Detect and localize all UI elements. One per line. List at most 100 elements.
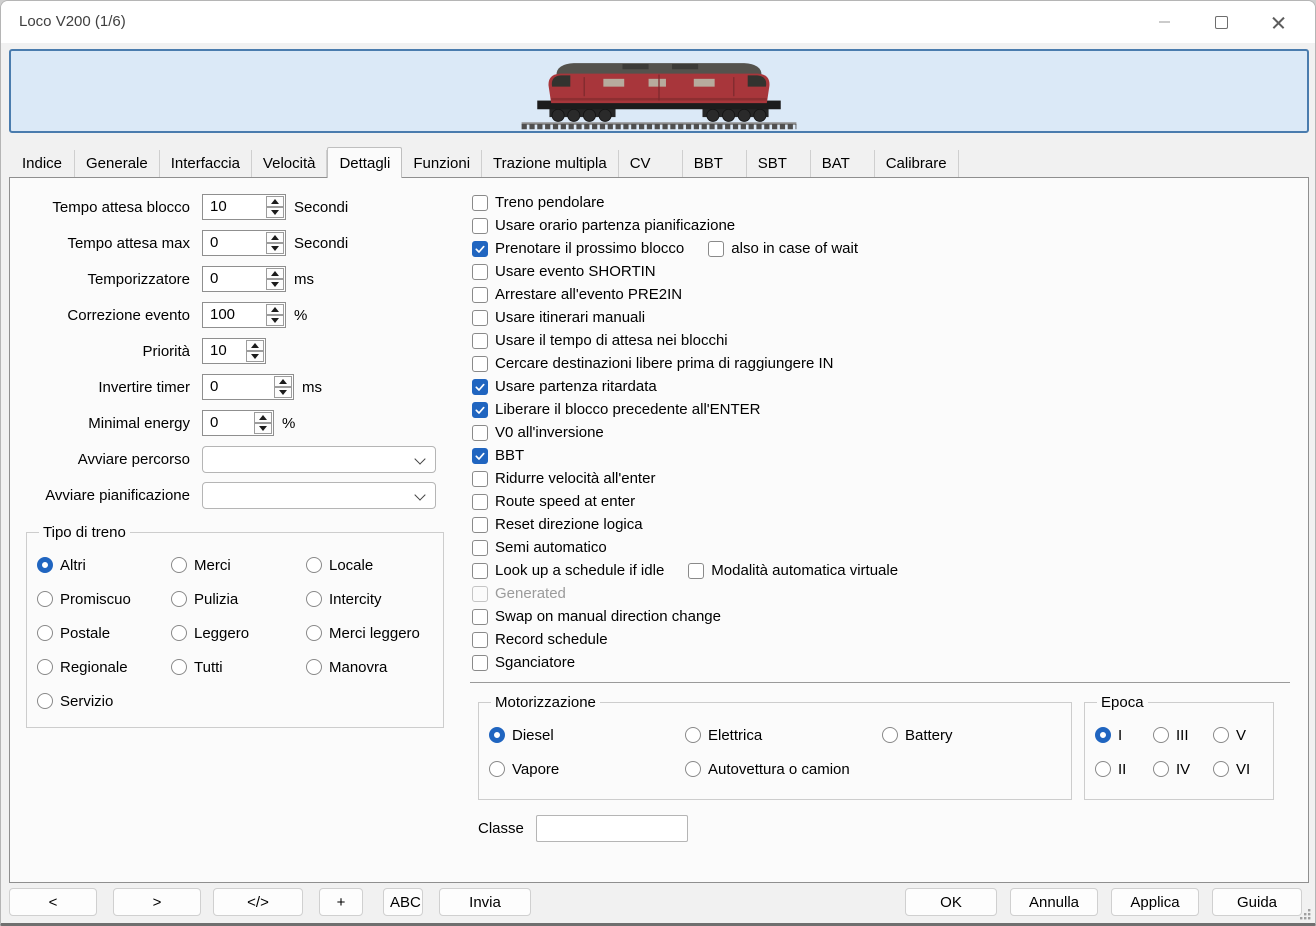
radio-postale[interactable]: Postale xyxy=(37,623,171,643)
checkbox-swap-on-manual-direction-change[interactable]: Swap on manual direction change xyxy=(472,608,721,625)
tempo-attesa-blocco-spinner[interactable]: 10 xyxy=(202,194,286,220)
avviare-pianificazione-dropdown[interactable] xyxy=(202,482,436,509)
checkbox-prenotare-il-prossimo-blocco[interactable]: Prenotare il prossimo blocco xyxy=(472,240,684,257)
applica-button[interactable]: Applica xyxy=(1111,888,1199,916)
tab-funzioni[interactable]: Funzioni xyxy=(402,150,482,177)
radio-iii[interactable]: III xyxy=(1153,725,1213,745)
tab-bbt[interactable]: BBT xyxy=(683,150,747,177)
spin-up-button[interactable] xyxy=(266,232,284,243)
radio-ii[interactable]: II xyxy=(1095,759,1153,779)
checkbox-semi-automatico[interactable]: Semi automatico xyxy=(472,539,607,556)
radio-servizio[interactable]: Servizio xyxy=(37,691,171,711)
minimal-energy-spinner[interactable]: 0 xyxy=(202,410,274,436)
radio-elettrica[interactable]: Elettrica xyxy=(685,725,882,745)
spin-down-button[interactable] xyxy=(266,315,284,326)
radio-leggero[interactable]: Leggero xyxy=(171,623,306,643)
checkbox-usare-partenza-ritardata[interactable]: Usare partenza ritardata xyxy=(472,378,657,395)
radio-intercity[interactable]: Intercity xyxy=(306,589,433,609)
radio-tutti[interactable]: Tutti xyxy=(171,657,306,677)
spin-up-button[interactable] xyxy=(266,196,284,207)
checkbox-usare-il-tempo-di-attesa-nei-blocchi[interactable]: Usare il tempo di attesa nei blocchi xyxy=(472,332,728,349)
radio-vapore[interactable]: Vapore xyxy=(489,759,685,779)
checkbox-usare-orario-partenza-pianificazione[interactable]: Usare orario partenza pianificazione xyxy=(472,217,735,234)
checkbox-generated[interactable]: Generated xyxy=(472,585,566,602)
spin-up-button[interactable] xyxy=(254,412,272,423)
minimize-button[interactable] xyxy=(1136,1,1193,43)
tab-indice[interactable]: Indice xyxy=(11,150,75,177)
radio-pulizia[interactable]: Pulizia xyxy=(171,589,306,609)
guida-button[interactable]: Guida xyxy=(1212,888,1302,916)
maximize-button[interactable] xyxy=(1193,1,1250,43)
invertire-timer-spinner[interactable]: 0 xyxy=(202,374,294,400)
ok-button[interactable]: OK xyxy=(905,888,997,916)
spin-up-button[interactable] xyxy=(274,376,292,387)
radio-merci[interactable]: Merci xyxy=(171,555,306,575)
spin-up-button[interactable] xyxy=(246,340,264,351)
checkbox-cercare-destinazioni-libere-prima-di-raggiungere-in[interactable]: Cercare destinazioni libere prima di rag… xyxy=(472,355,834,372)
tab-calibrare[interactable]: Calibrare xyxy=(875,150,959,177)
radio-altri[interactable]: Altri xyxy=(37,555,171,575)
tab-bat[interactable]: BAT xyxy=(811,150,875,177)
resize-grip[interactable] xyxy=(1296,905,1312,921)
spin-up-button[interactable] xyxy=(266,304,284,315)
radio-v[interactable]: V xyxy=(1213,725,1263,745)
invia-button[interactable]: Invia xyxy=(439,888,531,916)
radio-iv[interactable]: IV xyxy=(1153,759,1213,779)
checkbox-arrestare-all-evento-pre2in[interactable]: Arrestare all'evento PRE2IN xyxy=(472,286,682,303)
spin-down-button[interactable] xyxy=(266,243,284,254)
radio-battery[interactable]: Battery xyxy=(882,725,1061,745)
classe-input[interactable] xyxy=(536,815,688,842)
radio-i[interactable]: I xyxy=(1095,725,1153,745)
tab-velocit[interactable]: Velocità xyxy=(252,150,328,177)
radio-merci-leggero[interactable]: Merci leggero xyxy=(306,623,433,643)
next-loco-button[interactable]: > xyxy=(113,888,201,916)
tab-cv[interactable]: CV xyxy=(619,150,683,177)
checkbox-modalit-automatica-virtuale[interactable]: Modalità automatica virtuale xyxy=(688,562,898,579)
spin-down-button[interactable] xyxy=(274,387,292,398)
radio-vi[interactable]: VI xyxy=(1213,759,1263,779)
checkbox-liberare-il-blocco-precedente-all-enter[interactable]: Liberare il blocco precedente all'ENTER xyxy=(472,401,761,418)
close-button[interactable] xyxy=(1250,1,1307,43)
checkbox-look-up-a-schedule-if-idle[interactable]: Look up a schedule if idle xyxy=(472,562,664,579)
spin-down-button[interactable] xyxy=(254,423,272,434)
checkbox-route-speed-at-enter[interactable]: Route speed at enter xyxy=(472,493,635,510)
radio-autovettura-o-camion[interactable]: Autovettura o camion xyxy=(685,759,882,779)
checkbox-reset-direzione-logica[interactable]: Reset direzione logica xyxy=(472,516,643,533)
spin-up-button[interactable] xyxy=(266,268,284,279)
checkbox-also-in-case-of-wait[interactable]: also in case of wait xyxy=(708,240,858,257)
temporizzatore-spinner[interactable]: 0 xyxy=(202,266,286,292)
correzione-evento-spinner[interactable]: 100 xyxy=(202,302,286,328)
add-button[interactable]: + xyxy=(319,888,363,916)
tab-sbt[interactable]: SBT xyxy=(747,150,811,177)
abc-button[interactable]: ABC xyxy=(383,888,423,916)
radio-diesel[interactable]: Diesel xyxy=(489,725,685,745)
checkbox-record-schedule[interactable]: Record schedule xyxy=(472,631,608,648)
radio-regionale[interactable]: Regionale xyxy=(37,657,171,677)
tab-dettagli[interactable]: Dettagli xyxy=(327,147,402,178)
usare-il-tempo-di-attesa-nei-blocchi-checkbox-label: Usare il tempo di attesa nei blocchi xyxy=(495,332,728,349)
tempo-attesa-max-spinner[interactable]: 0 xyxy=(202,230,286,256)
spin-down-button[interactable] xyxy=(266,279,284,290)
checkbox-usare-itinerari-manuali[interactable]: Usare itinerari manuali xyxy=(472,309,645,326)
radio-locale[interactable]: Locale xyxy=(306,555,433,575)
v0-all-inversione-checkbox-icon xyxy=(472,425,488,441)
xml-button[interactable]: </> xyxy=(213,888,303,916)
spin-down-button[interactable] xyxy=(266,207,284,218)
prev-loco-button[interactable]: < xyxy=(9,888,97,916)
priorit-spinner[interactable]: 10 xyxy=(202,338,266,364)
avviare-percorso-dropdown[interactable] xyxy=(202,446,436,473)
tab-generale[interactable]: Generale xyxy=(75,150,160,177)
tab-trazione-multipla[interactable]: Trazione multipla xyxy=(482,150,619,177)
radio-promiscuo[interactable]: Promiscuo xyxy=(37,589,171,609)
radio-manovra[interactable]: Manovra xyxy=(306,657,433,677)
checkbox-usare-evento-shortin[interactable]: Usare evento SHORTIN xyxy=(472,263,656,280)
modalit-automatica-virtuale-checkbox-icon xyxy=(688,563,704,579)
annulla-button[interactable]: Annulla xyxy=(1010,888,1098,916)
checkbox-treno-pendolare[interactable]: Treno pendolare xyxy=(472,194,605,211)
tab-interfaccia[interactable]: Interfaccia xyxy=(160,150,252,177)
checkbox-sganciatore[interactable]: Sganciatore xyxy=(472,654,575,671)
checkbox-ridurre-velocit-all-enter[interactable]: Ridurre velocità all'enter xyxy=(472,470,655,487)
checkbox-bbt[interactable]: BBT xyxy=(472,447,524,464)
checkbox-v0-all-inversione[interactable]: V0 all'inversione xyxy=(472,424,604,441)
spin-down-button[interactable] xyxy=(246,351,264,362)
